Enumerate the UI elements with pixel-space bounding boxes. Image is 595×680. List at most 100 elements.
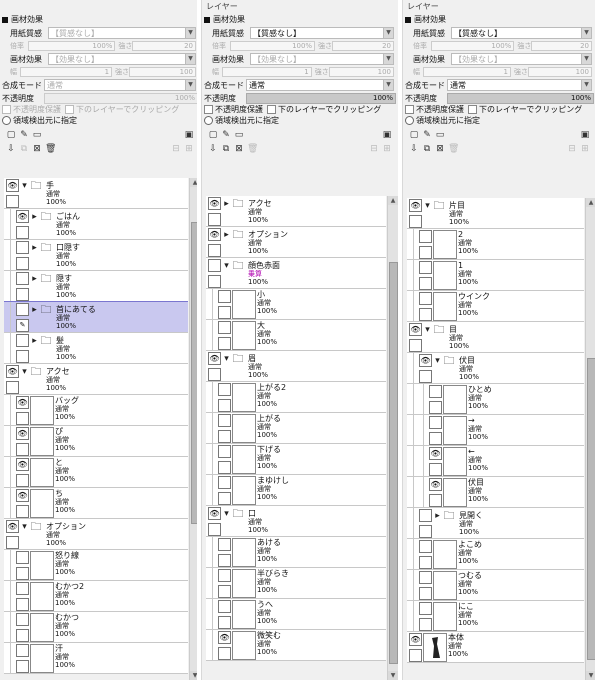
lock-checkbox[interactable] — [16, 412, 29, 425]
paper-strength-slider[interactable]: 20 — [531, 41, 592, 51]
clear-icon[interactable]: ⊠ — [435, 144, 445, 154]
layer-row[interactable]: まゆけし 通常 100% — [206, 475, 386, 506]
layer-folder-row[interactable]: 👁 ▸ 🗀 ごはん 通常 100% — [4, 209, 188, 240]
lock-checkbox[interactable] — [409, 649, 422, 662]
blend-mode-select[interactable]: 通常 ▼ — [447, 79, 592, 91]
layer-folder-row[interactable]: ▾ 🗀 顔色赤面 乗算 100% — [206, 258, 386, 289]
eye-icon[interactable] — [16, 582, 29, 595]
trash-icon[interactable]: 🗑 — [448, 144, 459, 154]
new-layer-icon[interactable]: ▢ — [409, 130, 419, 140]
effect-strength-slider[interactable]: 100 — [328, 67, 394, 77]
merge-visible-icon[interactable]: ⊞ — [580, 144, 590, 154]
detect-source-radio[interactable] — [405, 116, 414, 125]
new-folder-icon[interactable]: ▭ — [32, 130, 42, 140]
lock-checkbox[interactable] — [218, 647, 231, 660]
merge-visible-icon[interactable]: ⊞ — [382, 144, 392, 154]
paper-scale-slider[interactable]: 100% — [230, 41, 316, 51]
layer-row[interactable]: 👁 と通常 100% — [4, 457, 188, 488]
lock-checkbox[interactable] — [16, 505, 29, 518]
layer-scrollbar[interactable]: ▲ ▼ — [585, 198, 595, 680]
lock-checkbox[interactable] — [218, 430, 231, 443]
lock-checkbox[interactable] — [16, 443, 29, 456]
new-linework-icon[interactable]: ✎ — [422, 130, 432, 140]
lock-checkbox[interactable] — [16, 629, 29, 642]
merge-down-icon[interactable]: ⊟ — [369, 144, 379, 154]
eye-icon[interactable] — [218, 445, 231, 458]
layer-scrollbar[interactable]: ▲ ▼ — [387, 196, 398, 680]
layer-row[interactable]: 👁 微笑む 通常 100% — [206, 630, 386, 661]
lock-checkbox[interactable] — [208, 244, 221, 257]
lock-checkbox[interactable] — [419, 587, 432, 600]
effect-width-slider[interactable]: 1 — [222, 67, 312, 77]
eye-icon[interactable]: 👁 — [208, 507, 221, 520]
eye-icon[interactable] — [419, 509, 432, 522]
layer-row[interactable]: 👁 ← 通常 100% — [407, 446, 584, 477]
lock-checkbox[interactable] — [218, 585, 231, 598]
merge-icon[interactable]: ⧉ — [221, 144, 231, 154]
lock-checkbox[interactable] — [218, 337, 231, 350]
layer-folder-row[interactable]: ▸ 🗀 口隠す 通常 100% — [4, 240, 188, 271]
lock-checkbox[interactable] — [16, 350, 29, 363]
layer-row[interactable]: むかつ 通常 100% — [4, 612, 188, 643]
panel-menu-icon[interactable]: ▣ — [184, 130, 194, 140]
paper-scale-slider[interactable]: 100% — [431, 41, 515, 51]
eye-icon[interactable] — [429, 416, 442, 429]
layer-row[interactable]: ひとめ 通常 100% — [407, 384, 584, 415]
effect-width-slider[interactable]: 1 — [423, 67, 511, 77]
lock-checkbox[interactable] — [419, 618, 432, 631]
paper-strength-slider[interactable]: 20 — [332, 41, 394, 51]
eye-icon[interactable] — [16, 241, 29, 254]
layer-row[interactable]: 2 通常 100% — [407, 229, 584, 260]
layer-row[interactable]: 汗通常 100% — [4, 643, 188, 674]
blend-mode-select[interactable]: 通常 ▼ — [44, 79, 196, 91]
layer-folder-row[interactable]: 👁 ▾ 🗀 オプション 通常 100% — [4, 519, 188, 550]
transfer-down-icon[interactable]: ⇩ — [6, 144, 16, 154]
lock-checkbox[interactable] — [16, 257, 29, 270]
lock-checkbox[interactable] — [429, 401, 442, 414]
eye-icon[interactable]: 👁 — [16, 210, 29, 223]
eye-icon[interactable] — [16, 334, 29, 347]
paper-texture-select[interactable]: 【質感なし】 ▼ — [451, 27, 592, 39]
layer-folder-row[interactable]: ▸ 🗀 隠す 通常 100% — [4, 271, 188, 302]
layer-folder-row[interactable]: ▸ 🗀 髪通常 100% — [4, 333, 188, 364]
eye-icon[interactable] — [16, 613, 29, 626]
layer-row[interactable]: 上がる 通常 100% — [206, 413, 386, 444]
section-header[interactable]: 画材効果 — [403, 14, 595, 26]
new-folder-icon[interactable]: ▭ — [234, 130, 244, 140]
merge-visible-icon[interactable]: ⊞ — [184, 144, 194, 154]
new-linework-icon[interactable]: ✎ — [221, 130, 231, 140]
eye-icon[interactable]: 👁 — [208, 228, 221, 241]
layer-row[interactable]: あける 通常 100% — [206, 537, 386, 568]
lock-checkbox[interactable] — [419, 246, 432, 259]
eye-icon[interactable] — [218, 414, 231, 427]
brush-effect-select[interactable]: 【効果なし】 ▼ — [451, 53, 592, 65]
eye-icon[interactable]: 👁 — [419, 354, 432, 367]
layer-folder-row[interactable]: 👁 ▾ 🗀 手通常 100% — [4, 178, 188, 209]
lock-checkbox[interactable] — [6, 195, 19, 208]
section-header[interactable]: 画材効果 — [202, 14, 398, 26]
clipping-checkbox[interactable] — [65, 105, 74, 114]
layer-row[interactable]: 👁 本体 通常 100% — [407, 632, 584, 663]
lock-checkbox[interactable] — [16, 598, 29, 611]
merge-icon[interactable]: ⧉ — [422, 144, 432, 154]
eye-icon[interactable] — [218, 321, 231, 334]
lock-checkbox[interactable] — [218, 616, 231, 629]
eye-icon[interactable] — [16, 272, 29, 285]
protect-opacity-checkbox[interactable] — [204, 105, 213, 114]
eye-icon[interactable] — [419, 571, 432, 584]
scroll-thumb[interactable] — [389, 262, 398, 664]
eye-icon[interactable] — [419, 540, 432, 553]
eye-icon[interactable] — [16, 551, 29, 564]
detect-source-radio[interactable] — [2, 116, 11, 125]
layer-row[interactable]: 怒り線 通常 100% — [4, 550, 188, 581]
lock-checkbox[interactable] — [208, 523, 221, 536]
detect-source-radio[interactable] — [204, 116, 213, 125]
eye-icon[interactable]: 👁 — [6, 179, 19, 192]
new-folder-icon[interactable]: ▭ — [435, 130, 445, 140]
layer-row[interactable]: → 通常 100% — [407, 415, 584, 446]
eye-icon[interactable]: 👁 — [429, 447, 442, 460]
layer-folder-row[interactable]: 👁 ▾ 🗀 眉通常 100% — [206, 351, 386, 382]
eye-icon[interactable] — [419, 292, 432, 305]
lock-checkbox[interactable]: ✎ — [16, 319, 29, 332]
layer-row[interactable]: 👁 ち通常 100% — [4, 488, 188, 519]
